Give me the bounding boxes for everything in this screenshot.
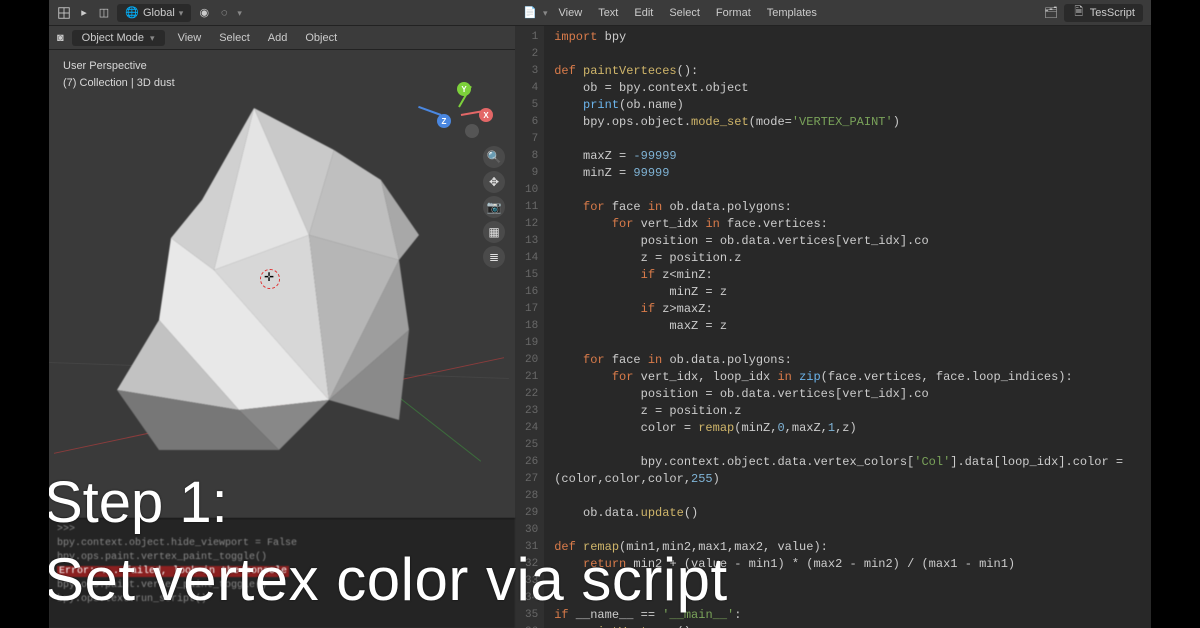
menu-edit[interactable]: Edit — [629, 5, 658, 21]
chevron-down-icon — [543, 7, 548, 19]
overlay-title: Step 1: — [44, 469, 228, 536]
navigation-gizmo[interactable]: X Y Z — [431, 74, 495, 138]
line-number-gutter: 1234567891011121314151617181920212223242… — [515, 26, 544, 628]
chevron-down-icon — [237, 7, 242, 19]
menu-select[interactable]: Select — [214, 30, 255, 46]
mode-label: Object Mode — [82, 32, 144, 44]
text-editor-pane: 📄 View Text Edit Select Format Templates… — [515, 0, 1151, 628]
chevron-down-icon — [150, 32, 155, 44]
black-bar-left — [0, 0, 49, 628]
layers-icon[interactable]: ≣ — [483, 246, 505, 268]
menu-templates[interactable]: Templates — [762, 5, 822, 21]
globe-icon: 🌐 — [125, 6, 139, 20]
menu-view[interactable]: View — [554, 5, 588, 21]
mode-icon[interactable]: ◙ — [57, 32, 64, 44]
editor-type-icon[interactable]: 📄 — [523, 6, 537, 20]
file-browse-icon[interactable]: 🗂 — [1044, 6, 1058, 20]
select-box-icon[interactable]: ◫ — [97, 6, 111, 20]
viewport-3d[interactable]: User Perspective (7) Collection | 3D dus… — [49, 50, 515, 518]
move-view-icon[interactable]: ✥ — [483, 171, 505, 193]
gizmo-neg-ball[interactable] — [465, 124, 479, 138]
editor-toolbar: 📄 View Text Edit Select Format Templates… — [515, 0, 1151, 26]
viewport-main-toolbar: ▸ ◫ 🌐 Global ◉ ◌ — [49, 0, 515, 26]
code-content[interactable]: import bpy def paintVerteces(): ob = bpy… — [544, 26, 1151, 628]
black-bar-right — [1151, 0, 1200, 628]
viewport-mode-bar: ◙ Object Mode View Select Add Object — [49, 26, 515, 50]
gizmo-x-ball[interactable]: X — [479, 108, 493, 122]
chevron-down-icon — [179, 7, 184, 19]
snap-icon[interactable]: ◉ — [197, 6, 211, 20]
open-file-dropdown[interactable]: 🗎 TesScript — [1064, 4, 1143, 22]
transform-orientation-label: Global — [143, 7, 175, 19]
cursor-tool-icon[interactable]: ▸ — [77, 6, 91, 20]
menu-format[interactable]: Format — [711, 5, 756, 21]
mode-dropdown[interactable]: Object Mode — [72, 30, 165, 46]
zoom-icon[interactable]: 🔍 — [483, 146, 505, 168]
gizmo-z-ball[interactable]: Z — [437, 114, 451, 128]
viewport-side-tools: 🔍 ✥ 📷 ▦ ≣ — [483, 146, 505, 268]
camera-view-icon[interactable]: 📷 — [483, 196, 505, 218]
perspective-toggle-icon[interactable]: ▦ — [483, 221, 505, 243]
gizmo-y-ball[interactable]: Y — [457, 82, 471, 96]
transform-orientation-dropdown[interactable]: 🌐 Global — [117, 4, 191, 22]
menu-view[interactable]: View — [173, 30, 207, 46]
code-editor[interactable]: 1234567891011121314151617181920212223242… — [515, 26, 1151, 628]
viewport-info: User Perspective (7) Collection | 3D dus… — [63, 58, 175, 91]
perspective-label: User Perspective — [63, 58, 175, 75]
collection-label: (7) Collection | 3D dust — [63, 75, 175, 92]
menu-object[interactable]: Object — [300, 30, 342, 46]
editor-type-icon[interactable] — [57, 6, 71, 20]
proportional-edit-icon[interactable]: ◌ — [217, 6, 231, 20]
overlay-subtitle: Set vertex color via script — [44, 545, 728, 614]
menu-text[interactable]: Text — [593, 5, 623, 21]
menu-select[interactable]: Select — [664, 5, 705, 21]
file-name-label: TesScript — [1090, 7, 1135, 19]
menu-add[interactable]: Add — [263, 30, 293, 46]
document-icon: 🗎 — [1072, 6, 1086, 20]
